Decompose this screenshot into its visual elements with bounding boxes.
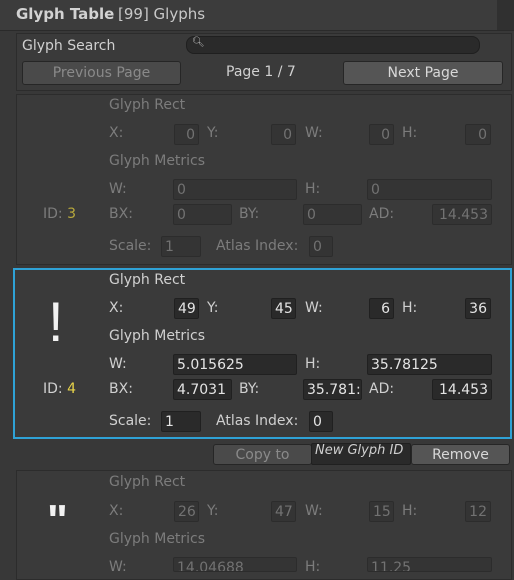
glyph-preview: ! bbox=[48, 290, 64, 353]
rect-x-field[interactable]: 49 bbox=[174, 298, 199, 319]
scale-field[interactable]: 1 bbox=[161, 411, 201, 432]
rect-y-field[interactable]: 45 bbox=[271, 298, 296, 319]
rect-y-label: Y: bbox=[207, 503, 219, 519]
metrics-w-field[interactable]: 5.015625 bbox=[173, 354, 297, 375]
rect-x-label: X: bbox=[109, 503, 124, 519]
rect-w-field[interactable]: 15 bbox=[369, 501, 394, 522]
rect-y-field[interactable]: 0 bbox=[271, 124, 296, 145]
rect-h-label: H: bbox=[402, 300, 418, 316]
metrics-ad-field[interactable]: 14.453 bbox=[432, 379, 492, 400]
header-edge bbox=[497, 0, 514, 30]
metrics-by-field[interactable]: 0 bbox=[303, 204, 362, 225]
glyph-metrics-label: Glyph Metrics bbox=[109, 328, 206, 344]
rect-w-label: W: bbox=[305, 300, 323, 316]
remove-button[interactable]: Remove bbox=[411, 444, 510, 465]
metrics-ad-label: AD: bbox=[369, 206, 395, 222]
metrics-bx-label: BX: bbox=[109, 206, 133, 222]
metrics-bx-field[interactable]: 4.7031 bbox=[173, 379, 232, 400]
glyph-id-label: ID: bbox=[43, 381, 63, 397]
metrics-h-field[interactable]: 35.78125 bbox=[367, 354, 492, 375]
metrics-w-field[interactable]: 0 bbox=[173, 179, 297, 200]
metrics-ad-field[interactable]: 14.453 bbox=[432, 204, 492, 225]
metrics-bx-field[interactable]: 0 bbox=[173, 204, 232, 225]
scale-field[interactable]: 1 bbox=[161, 236, 201, 257]
glyph-metrics-label: Glyph Metrics bbox=[109, 531, 206, 547]
copy-to-button[interactable]: Copy to bbox=[213, 444, 312, 465]
glyph-id-value: 3 bbox=[67, 206, 77, 222]
next-page-button[interactable]: Next Page bbox=[343, 61, 503, 85]
glyph-rect-label: Glyph Rect bbox=[109, 474, 186, 490]
previous-page-button[interactable]: Previous Page bbox=[22, 61, 181, 85]
metrics-ad-label: AD: bbox=[369, 381, 395, 397]
metrics-by-label: BY: bbox=[239, 381, 260, 397]
rect-h-field[interactable]: 36 bbox=[465, 298, 491, 319]
metrics-h-field[interactable]: 0 bbox=[367, 179, 492, 200]
glyph-metrics-label: Glyph Metrics bbox=[109, 153, 206, 169]
rect-h-label: H: bbox=[402, 125, 418, 141]
rect-w-label: W: bbox=[305, 503, 323, 519]
glyph-table-title: Glyph Table bbox=[16, 5, 115, 23]
rect-x-field[interactable]: 0 bbox=[174, 124, 199, 145]
rect-y-field[interactable]: 47 bbox=[271, 501, 296, 522]
glyph-id: ID: 3 bbox=[43, 206, 76, 222]
scale-label: Scale: bbox=[109, 413, 152, 429]
glyph-id: ID: 4 bbox=[43, 381, 76, 397]
glyph-search-label: Glyph Search bbox=[22, 38, 116, 54]
metrics-h-field[interactable]: 11.25 bbox=[367, 557, 492, 572]
rect-x-field[interactable]: 26 bbox=[174, 501, 199, 522]
rect-w-field[interactable]: 0 bbox=[369, 124, 394, 145]
metrics-bx-label: BX: bbox=[109, 381, 133, 397]
metrics-h-label: H: bbox=[305, 181, 321, 197]
atlas-index-field[interactable]: 0 bbox=[309, 236, 333, 257]
glyph-preview: " bbox=[47, 496, 68, 545]
metrics-w-label: W: bbox=[109, 559, 127, 575]
glyph-rect-label: Glyph Rect bbox=[109, 272, 186, 288]
metrics-h-label: H: bbox=[305, 356, 321, 372]
rect-h-field[interactable]: 12 bbox=[465, 501, 491, 522]
atlas-index-field[interactable]: 0 bbox=[309, 411, 333, 432]
glyph-count: [99] Glyphs bbox=[118, 5, 206, 23]
metrics-by-label: BY: bbox=[239, 206, 260, 222]
rect-h-label: H: bbox=[402, 503, 418, 519]
rect-x-label: X: bbox=[109, 300, 124, 316]
glyph-rect-label: Glyph Rect bbox=[109, 97, 186, 113]
glyph-id-label: ID: bbox=[43, 206, 63, 222]
glyph-search-input[interactable]: 🔍︎ bbox=[186, 36, 480, 54]
new-glyph-id-input[interactable]: New Glyph ID bbox=[311, 443, 411, 465]
atlas-index-label: Atlas Index: bbox=[216, 238, 299, 254]
metrics-w-label: W: bbox=[109, 356, 127, 372]
metrics-w-label: W: bbox=[109, 181, 127, 197]
glyph-id-value: 4 bbox=[67, 381, 77, 397]
search-icon: 🔍︎ bbox=[192, 37, 205, 48]
scale-label: Scale: bbox=[109, 238, 152, 254]
atlas-index-label: Atlas Index: bbox=[216, 413, 299, 429]
rect-w-field[interactable]: 6 bbox=[369, 298, 394, 319]
metrics-by-field[interactable]: 35.781: bbox=[303, 379, 362, 400]
rect-x-label: X: bbox=[109, 125, 124, 141]
rect-y-label: Y: bbox=[207, 125, 219, 141]
metrics-h-label: H: bbox=[305, 559, 321, 575]
rect-w-label: W: bbox=[305, 125, 323, 141]
rect-y-label: Y: bbox=[207, 300, 219, 316]
rect-h-field[interactable]: 0 bbox=[465, 124, 491, 145]
metrics-w-field[interactable]: 14.04688 bbox=[173, 557, 297, 572]
page-indicator: Page 1 / 7 bbox=[226, 64, 296, 80]
